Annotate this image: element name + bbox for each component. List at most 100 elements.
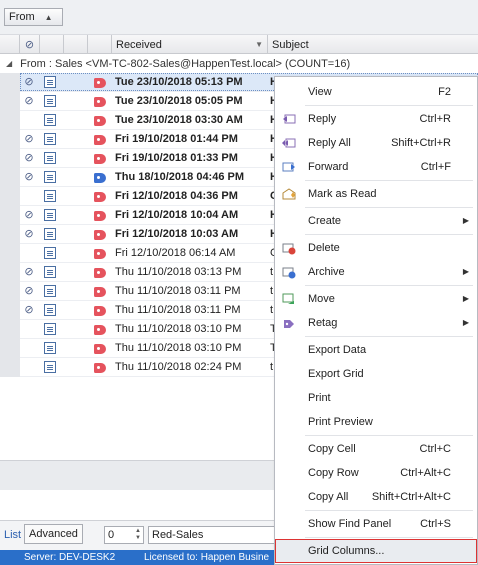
group-row-label: From : Sales <VM-TC-802-Sales@HappenTest… bbox=[20, 57, 351, 70]
group-by-label: From bbox=[9, 11, 35, 23]
message-icon bbox=[44, 133, 56, 145]
paperclip-icon: ⊘ bbox=[24, 95, 34, 107]
group-row[interactable]: ◢ From : Sales <VM-TC-802-Sales@HappenTe… bbox=[0, 54, 478, 73]
archive-icon bbox=[282, 267, 296, 279]
spin-arrows-icon[interactable]: ▲ ▼ bbox=[135, 528, 141, 542]
menu-item-shortcut: Ctrl+S bbox=[420, 518, 451, 530]
paperclip-icon: ⊘ bbox=[24, 133, 34, 145]
header-received[interactable]: Received ▼ bbox=[112, 35, 268, 54]
message-icon bbox=[44, 209, 56, 221]
received-cell: Fri 12/10/2018 10:04 AM bbox=[115, 209, 239, 221]
paperclip-icon: ⊘ bbox=[24, 171, 34, 183]
tag-icon bbox=[94, 171, 108, 184]
group-by-from-chip[interactable]: From ▲ bbox=[4, 8, 63, 26]
row-indicator bbox=[0, 339, 20, 358]
menu-item-delete[interactable]: Delete bbox=[275, 237, 477, 259]
tag-icon bbox=[94, 285, 108, 298]
mailbox-combo[interactable]: Red-Sales bbox=[148, 526, 276, 544]
tab-advanced[interactable]: Advanced bbox=[24, 524, 83, 544]
paperclip-icon: ⊘ bbox=[24, 76, 34, 88]
received-cell: Thu 11/10/2018 02:24 PM bbox=[115, 361, 242, 373]
row-indicator bbox=[0, 149, 20, 168]
menu-item-archive[interactable]: Archive ▶ bbox=[275, 261, 477, 283]
menu-separator bbox=[305, 285, 473, 286]
header-tag[interactable] bbox=[88, 35, 112, 54]
menu-item-shortcut: Shift+Ctrl+R bbox=[391, 137, 451, 149]
message-icon bbox=[44, 247, 56, 259]
menu-item-label: View bbox=[308, 86, 332, 98]
header-type[interactable] bbox=[40, 35, 64, 54]
menu-item-label: Show Find Panel bbox=[308, 518, 392, 530]
menu-item-mark-read[interactable]: Mark as Read bbox=[275, 183, 477, 205]
menu-item-create[interactable]: Create ▶ bbox=[275, 210, 477, 232]
row-indicator bbox=[0, 225, 20, 244]
menu-item-move[interactable]: Move ▶ bbox=[275, 288, 477, 310]
message-icon bbox=[44, 171, 56, 183]
submenu-arrow-icon: ▶ bbox=[462, 318, 469, 327]
header-subject[interactable]: Subject bbox=[268, 35, 478, 54]
paperclip-icon: ⊘ bbox=[24, 266, 34, 278]
received-cell: Fri 19/10/2018 01:44 PM bbox=[115, 133, 238, 145]
message-icon bbox=[44, 266, 56, 278]
menu-item-reply[interactable]: Reply Ctrl+R bbox=[275, 108, 477, 130]
header-attachment[interactable]: ⊘ bbox=[20, 35, 40, 54]
menu-item-label: Copy All bbox=[308, 491, 349, 503]
received-cell: Thu 11/10/2018 03:13 PM bbox=[115, 266, 242, 278]
menu-item-shortcut: Ctrl+Alt+C bbox=[400, 467, 451, 479]
menu-separator bbox=[305, 180, 473, 181]
menu-item-view[interactable]: View F2 bbox=[275, 81, 477, 103]
menu-item-label: Print bbox=[308, 392, 331, 404]
menu-item-label: Reply bbox=[308, 113, 337, 125]
count-stepper-value: 0 bbox=[108, 529, 115, 541]
menu-item-copy-row[interactable]: Copy Row Ctrl+Alt+C bbox=[275, 462, 477, 484]
received-cell: Thu 11/10/2018 03:11 PM bbox=[115, 304, 241, 316]
menu-item-label: Grid Columns... bbox=[308, 545, 385, 557]
tab-list[interactable]: List bbox=[4, 529, 21, 541]
menu-item-label: Retag bbox=[308, 317, 338, 329]
message-icon bbox=[44, 152, 56, 164]
menu-item-label: Move bbox=[308, 293, 335, 305]
received-cell: Fri 12/10/2018 04:36 PM bbox=[115, 190, 238, 202]
menu-item-label: Export Data bbox=[308, 344, 367, 356]
grid-header: ⊘ Received ▼ Subject bbox=[0, 35, 478, 54]
count-stepper[interactable]: 0 ▲ ▼ bbox=[104, 526, 144, 544]
menu-item-shortcut: Ctrl+C bbox=[419, 443, 451, 455]
received-cell: Tue 23/10/2018 05:05 PM bbox=[115, 95, 243, 107]
tag-icon bbox=[94, 190, 108, 203]
retag-icon bbox=[284, 320, 294, 328]
menu-item-export-data[interactable]: Export Data bbox=[275, 339, 477, 361]
menu-item-label: Export Grid bbox=[308, 368, 364, 380]
menu-item-find-panel[interactable]: Show Find Panel Ctrl+S bbox=[275, 513, 477, 535]
menu-item-grid-columns[interactable]: Grid Columns... bbox=[275, 539, 477, 563]
tag-icon bbox=[94, 95, 108, 108]
received-cell: Thu 11/10/2018 03:10 PM bbox=[115, 323, 242, 335]
menu-separator bbox=[305, 105, 473, 106]
row-indicator bbox=[0, 168, 20, 187]
menu-item-shortcut: Ctrl+F bbox=[420, 161, 451, 173]
row-indicator bbox=[0, 206, 20, 225]
menu-item-export-grid[interactable]: Export Grid bbox=[275, 363, 477, 385]
submenu-arrow-icon: ▶ bbox=[462, 216, 469, 225]
message-icon bbox=[44, 285, 56, 297]
received-cell: Fri 19/10/2018 01:33 PM bbox=[115, 152, 238, 164]
menu-item-copy-cell[interactable]: Copy Cell Ctrl+C bbox=[275, 438, 477, 460]
paperclip-icon: ⊘ bbox=[24, 209, 34, 221]
menu-separator bbox=[305, 207, 473, 208]
collapse-triangle-icon[interactable]: ◢ bbox=[6, 59, 12, 68]
menu-item-label: Mark as Read bbox=[308, 188, 377, 200]
menu-item-reply-all[interactable]: Reply All Shift+Ctrl+R bbox=[275, 132, 477, 154]
menu-item-copy-all[interactable]: Copy All Shift+Ctrl+Alt+C bbox=[275, 486, 477, 508]
menu-item-print[interactable]: Print bbox=[275, 387, 477, 409]
row-indicator bbox=[0, 187, 20, 206]
menu-separator bbox=[305, 336, 473, 337]
menu-item-print-preview[interactable]: Print Preview bbox=[275, 411, 477, 433]
menu-separator bbox=[305, 435, 473, 436]
tag-icon bbox=[94, 133, 108, 146]
menu-separator bbox=[305, 537, 473, 538]
tag-icon bbox=[94, 323, 108, 336]
header-flag[interactable] bbox=[64, 35, 88, 54]
menu-item-retag[interactable]: Retag ▶ bbox=[275, 312, 477, 334]
tag-icon bbox=[94, 76, 108, 89]
menu-item-forward[interactable]: Forward Ctrl+F bbox=[275, 156, 477, 178]
message-icon bbox=[44, 114, 56, 126]
